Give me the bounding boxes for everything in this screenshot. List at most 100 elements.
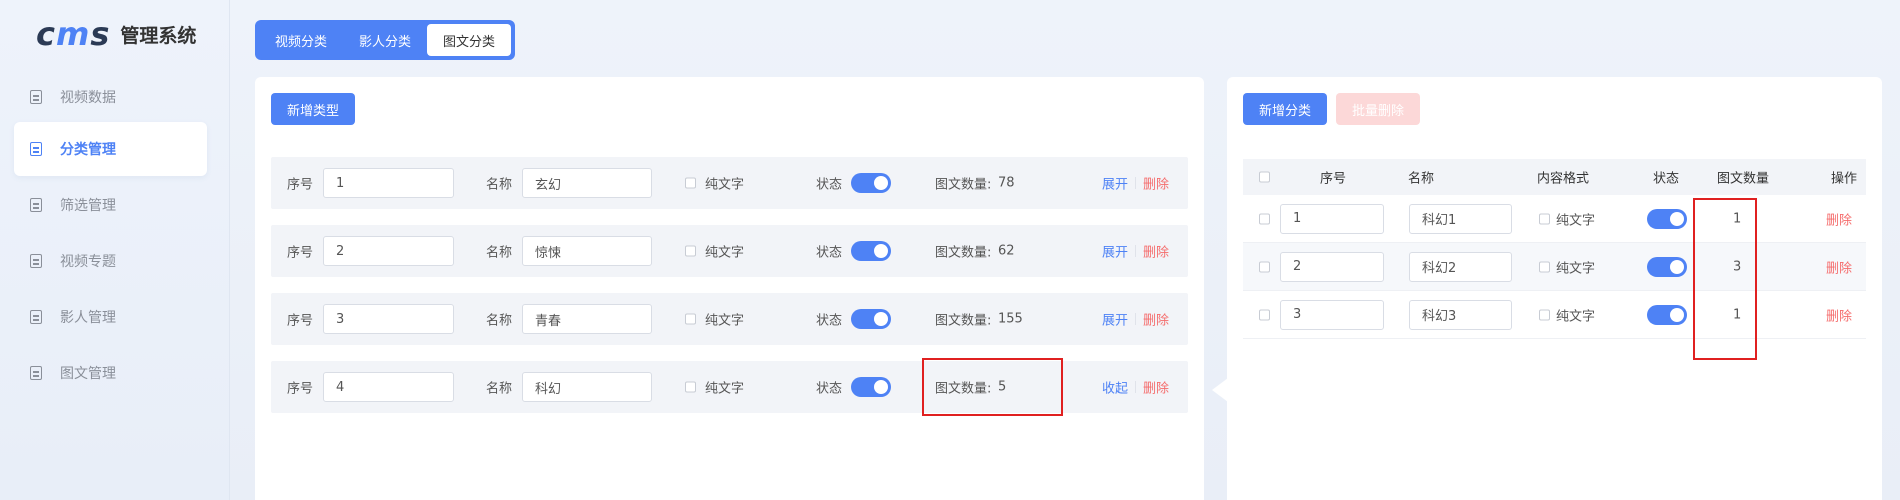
sidebar-item-article-management[interactable]: 图文管理 (14, 346, 207, 400)
name-label: 名称 (486, 313, 513, 329)
add-category-button[interactable]: 新增分类 (1243, 93, 1328, 125)
count-value: 1 (1733, 211, 1742, 226)
seq-input[interactable]: 1 (1280, 203, 1384, 234)
count-label: 图文数量: (935, 245, 992, 261)
plain-text-label: 纯文字 (1556, 261, 1596, 276)
batch-delete-button[interactable]: 批量删除 (1336, 93, 1421, 125)
name-input[interactable]: 科幻3 (1409, 299, 1512, 330)
sidebar-item-label: 视频数据 (60, 90, 116, 106)
sidebar-item-video-topics[interactable]: 视频专题 (14, 234, 207, 288)
tab-people-category[interactable]: 影人分类 (343, 24, 427, 56)
status-toggle[interactable] (1647, 208, 1687, 229)
sidebar-item-label: 影人管理 (60, 310, 116, 326)
column-action: 操作 (1831, 171, 1858, 187)
document-icon (30, 366, 42, 380)
delete-link[interactable]: 删除 (1826, 209, 1852, 228)
subcategory-panel: 新增分类 批量删除 序号 名称 内容格式 状态 图文数量 操作 1 科幻1 纯文… (1227, 77, 1882, 500)
tab-video-category[interactable]: 视频分类 (259, 24, 343, 56)
status-toggle[interactable] (851, 173, 891, 193)
name-label: 名称 (486, 381, 513, 397)
column-count: 图文数量 (1717, 171, 1770, 187)
status-toggle[interactable] (1647, 304, 1687, 325)
seq-input[interactable]: 3 (323, 304, 454, 334)
count-value: 155 (998, 311, 1023, 327)
logo-text: 管理系统 (120, 24, 197, 47)
row-checkbox[interactable] (1259, 261, 1270, 272)
action-divider (1135, 177, 1136, 189)
status-toggle[interactable] (1647, 256, 1687, 277)
row-checkbox[interactable] (1259, 213, 1270, 224)
document-icon (30, 254, 42, 268)
add-type-button[interactable]: 新增类型 (271, 93, 356, 125)
select-all-checkbox[interactable] (1259, 171, 1270, 183)
delete-link[interactable]: 删除 (1143, 174, 1169, 193)
category-tabs: 视频分类 影人分类 图文分类 (255, 20, 516, 60)
seq-input[interactable]: 3 (1280, 299, 1384, 330)
seq-input[interactable]: 4 (323, 372, 454, 402)
collapse-link[interactable]: 收起 (1102, 378, 1128, 397)
status-toggle[interactable] (851, 377, 891, 397)
expand-link[interactable]: 展开 (1102, 310, 1128, 329)
logo-mark: cms (36, 15, 111, 53)
plain-text-checkbox[interactable] (685, 381, 696, 393)
row-checkbox[interactable] (1259, 309, 1270, 320)
status-toggle[interactable] (851, 241, 891, 261)
plain-text-checkbox[interactable] (685, 245, 696, 257)
category-row: 序号 1 名称 玄幻 纯文字 状态 图文数量: 78 展开 删除 (271, 157, 1188, 209)
status-toggle[interactable] (851, 309, 891, 329)
sidebar-item-label: 分类管理 (60, 142, 116, 158)
plain-text-label: 纯文字 (705, 177, 745, 193)
name-input[interactable]: 惊悚 (522, 236, 652, 266)
category-list-panel: 新增类型 序号 1 名称 玄幻 纯文字 状态 图文数量: 78 展开 删除 序号… (255, 77, 1204, 500)
expand-link[interactable]: 展开 (1102, 174, 1128, 193)
sidebar-item-label: 筛选管理 (60, 198, 116, 214)
category-row: 序号 4 名称 科幻 纯文字 状态 图文数量: 5 收起 删除 (271, 361, 1188, 413)
seq-label: 序号 (287, 177, 314, 193)
plain-text-label: 纯文字 (1556, 309, 1596, 324)
seq-input[interactable]: 2 (1280, 251, 1384, 282)
category-row: 序号 3 名称 青春 纯文字 状态 图文数量: 155 展开 删除 (271, 293, 1188, 345)
document-icon (30, 310, 42, 324)
seq-input[interactable]: 2 (323, 236, 454, 266)
column-status: 状态 (1653, 171, 1680, 187)
count-value: 3 (1733, 259, 1742, 274)
plain-text-checkbox[interactable] (1539, 309, 1550, 320)
expand-link[interactable]: 展开 (1102, 242, 1128, 261)
name-input[interactable]: 玄幻 (522, 168, 652, 198)
delete-link[interactable]: 删除 (1143, 378, 1169, 397)
count-label: 图文数量: (935, 381, 992, 397)
status-label: 状态 (816, 381, 843, 397)
column-seq: 序号 (1320, 171, 1347, 187)
plain-text-checkbox[interactable] (1539, 261, 1550, 272)
sidebar-item-filter-management[interactable]: 筛选管理 (14, 178, 207, 232)
sidebar-item-video-data[interactable]: 视频数据 (14, 70, 207, 124)
plain-text-checkbox[interactable] (1539, 213, 1550, 224)
action-divider (1135, 245, 1136, 257)
document-icon (30, 90, 42, 104)
seq-label: 序号 (287, 245, 314, 261)
name-input[interactable]: 青春 (522, 304, 652, 334)
delete-link[interactable]: 删除 (1143, 310, 1169, 329)
name-input[interactable]: 科幻2 (1409, 251, 1512, 282)
plain-text-label: 纯文字 (705, 245, 745, 261)
name-input[interactable]: 科幻1 (1409, 203, 1512, 234)
category-row: 序号 2 名称 惊悚 纯文字 状态 图文数量: 62 展开 删除 (271, 225, 1188, 277)
status-label: 状态 (816, 177, 843, 193)
plain-text-label: 纯文字 (705, 381, 745, 397)
seq-input[interactable]: 1 (323, 168, 454, 198)
delete-link[interactable]: 删除 (1826, 305, 1852, 324)
plain-text-checkbox[interactable] (685, 177, 696, 189)
delete-link[interactable]: 删除 (1826, 257, 1852, 276)
plain-text-checkbox[interactable] (685, 313, 696, 325)
sidebar-item-people-management[interactable]: 影人管理 (14, 290, 207, 344)
status-label: 状态 (816, 313, 843, 329)
delete-link[interactable]: 删除 (1143, 242, 1169, 261)
column-name: 名称 (1408, 171, 1435, 187)
count-value: 62 (998, 243, 1015, 259)
tab-article-category[interactable]: 图文分类 (427, 24, 512, 56)
sidebar-item-category-management[interactable]: 分类管理 (14, 122, 207, 176)
seq-label: 序号 (287, 381, 314, 397)
action-divider (1135, 381, 1136, 393)
table-row: 1 科幻1 纯文字 1 删除 (1243, 195, 1866, 243)
name-input[interactable]: 科幻 (522, 372, 652, 402)
